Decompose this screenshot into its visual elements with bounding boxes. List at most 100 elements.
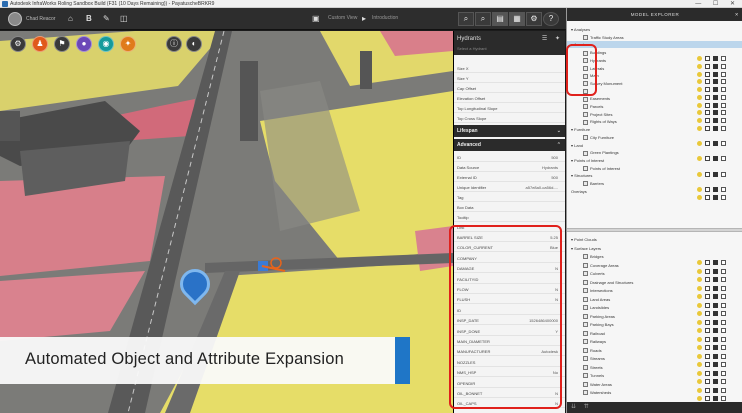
tree-item[interactable]: Culverts xyxy=(583,270,605,277)
tree-item[interactable]: ▾ Analyses xyxy=(571,26,590,33)
property-row[interactable]: Data Source Hydrants xyxy=(454,164,565,172)
filter-icon[interactable] xyxy=(721,194,726,200)
lock-icon[interactable] xyxy=(705,396,710,402)
lock-icon[interactable] xyxy=(705,156,710,162)
tree-item[interactable]: Landslides xyxy=(583,304,609,311)
camera-icon[interactable]: ▣ xyxy=(312,14,320,24)
property-row[interactable]: Size X xyxy=(454,65,565,73)
filter-icon[interactable] xyxy=(721,396,726,402)
tree-item[interactable]: Drainage and Structures xyxy=(583,279,633,286)
window-controls[interactable]: — ☐ ✕ xyxy=(695,0,740,7)
tree-item[interactable]: ▾ Land xyxy=(571,142,583,149)
tab-custom-view[interactable]: Custom View xyxy=(328,15,357,21)
tree-item[interactable]: Points of Interest xyxy=(583,165,620,172)
visibility-bulb-icon[interactable] xyxy=(697,141,702,147)
tree-item[interactable]: Rights of Ways xyxy=(583,118,617,125)
tree-item[interactable]: Watersheds xyxy=(583,389,611,396)
tree-item[interactable]: Project Sites xyxy=(583,111,612,118)
property-row[interactable]: Size Y xyxy=(454,75,565,83)
review-icon[interactable]: ◫ xyxy=(120,14,128,24)
property-row[interactable]: External ID 500 xyxy=(454,174,565,182)
display-tool-icon[interactable]: ◐ xyxy=(186,36,202,52)
lock-icon[interactable] xyxy=(705,141,710,147)
close-icon[interactable]: ✕ xyxy=(735,8,739,21)
tree-item[interactable]: City Furniture xyxy=(583,134,614,141)
tree-item[interactable]: Land Areas xyxy=(583,296,610,303)
visibility-bulb-icon[interactable] xyxy=(697,194,702,200)
filter-icon[interactable] xyxy=(721,125,726,131)
property-value[interactable]: 500 xyxy=(551,174,558,182)
property-value[interactable]: 500 xyxy=(551,154,558,162)
property-row[interactable]: Cap Offset xyxy=(454,85,565,93)
visibility-bulb-icon[interactable] xyxy=(697,156,702,162)
tree-item[interactable]: Traffic Study Areas xyxy=(583,34,624,41)
cluster-tool-icon[interactable]: ● xyxy=(76,36,92,52)
tree-item[interactable]: ▾ Point Clouds xyxy=(571,236,597,243)
tree-item[interactable]: Bridges xyxy=(583,253,604,260)
tree-item[interactable]: Intersections xyxy=(583,287,613,294)
style-icon[interactable] xyxy=(713,156,718,162)
lock-icon[interactable] xyxy=(705,125,710,131)
person-tool-icon[interactable]: ♟ xyxy=(32,36,48,52)
tree-item[interactable]: Parking Areas xyxy=(583,313,615,320)
expand-all-icon[interactable]: ⇈ xyxy=(584,404,589,410)
filter-icon[interactable] xyxy=(721,171,726,177)
style-icon[interactable] xyxy=(713,396,718,402)
flag-tool-icon[interactable]: ⚑ xyxy=(54,36,70,52)
property-row[interactable]: Tag xyxy=(454,194,565,202)
design-icon[interactable]: ✎ xyxy=(103,14,110,24)
lock-icon[interactable] xyxy=(705,194,710,200)
visibility-bulb-icon[interactable] xyxy=(697,125,702,131)
play-icon[interactable]: ▸ xyxy=(362,14,366,24)
tree-item[interactable]: Streams xyxy=(583,355,605,362)
property-row[interactable]: Elevation Offset xyxy=(454,95,565,103)
property-row[interactable]: Top Longitudinal Slope xyxy=(454,105,565,113)
avatar[interactable] xyxy=(8,12,22,26)
property-row[interactable]: ID 500 xyxy=(454,154,565,162)
search-icon[interactable]: ⌕ xyxy=(475,12,491,26)
tree-item[interactable]: Railroad xyxy=(583,330,605,337)
explorer-icon[interactable]: ▦ xyxy=(509,12,525,26)
tree-item[interactable]: Streets xyxy=(583,364,603,371)
username[interactable]: Chad Reacor xyxy=(26,16,55,22)
tree-item[interactable]: Barriers xyxy=(583,180,604,187)
tree-item[interactable]: Roads xyxy=(583,347,602,354)
help-icon[interactable]: ? xyxy=(543,12,559,26)
filter-icon[interactable] xyxy=(721,141,726,147)
section-advanced[interactable]: Advanced ⌃ xyxy=(454,139,565,151)
tree-item[interactable]: Tunnels xyxy=(583,372,604,379)
visibility-bulb-icon[interactable] xyxy=(697,171,702,177)
tree-item[interactable]: Parking Bays xyxy=(583,321,614,328)
tree-item[interactable]: Coverage Areas xyxy=(583,262,619,269)
property-row[interactable]: Unique Identifier a57e8a0-ca56d-... xyxy=(454,184,565,192)
property-row[interactable]: Box Data xyxy=(454,204,565,212)
tree-item[interactable]: ▾ Points of Interest xyxy=(571,157,604,164)
panel-splitter[interactable] xyxy=(567,228,742,232)
property-row[interactable]: Tooltip xyxy=(454,214,565,222)
tree-item[interactable]: Railways xyxy=(583,338,606,345)
tree-item[interactable]: Water Areas xyxy=(583,381,612,388)
model-b-icon[interactable]: B xyxy=(86,14,92,24)
tree-item[interactable]: ▾ Surface Layers xyxy=(571,245,601,252)
gear-tool-icon[interactable]: ⚙ xyxy=(10,36,26,52)
property-value[interactable]: Hydrants xyxy=(542,164,558,172)
tree-item[interactable]: Parcels xyxy=(583,103,603,110)
tree-item[interactable]: Easements xyxy=(583,95,610,102)
visibility-bulb-icon[interactable] xyxy=(697,396,702,402)
filter-icon[interactable] xyxy=(721,156,726,162)
layers-icon[interactable]: ⌕ xyxy=(458,12,474,26)
collapse-all-icon[interactable]: ⇊ xyxy=(571,404,576,410)
property-value[interactable]: a57e8a0-ca56d-... xyxy=(526,184,558,192)
property-row[interactable]: Top Cross Slope xyxy=(454,115,565,123)
tree-item[interactable]: Green Plantings xyxy=(583,149,619,156)
analysis-tool-icon[interactable]: ✦ xyxy=(120,36,136,52)
home-icon[interactable]: ⌂ xyxy=(68,14,73,24)
style-icon[interactable] xyxy=(713,171,718,177)
panel-menu-and-pin-icon[interactable]: ☰ ✦ xyxy=(542,35,563,42)
style-icon[interactable] xyxy=(713,125,718,131)
properties-icon[interactable]: ▤ xyxy=(492,12,508,26)
style-icon[interactable] xyxy=(713,141,718,147)
properties-subtitle[interactable]: Select a Hydrant xyxy=(457,46,487,51)
tab-introduction[interactable]: Introduction xyxy=(372,15,398,21)
section-lifespan[interactable]: Lifespan ⌄ xyxy=(454,125,565,137)
